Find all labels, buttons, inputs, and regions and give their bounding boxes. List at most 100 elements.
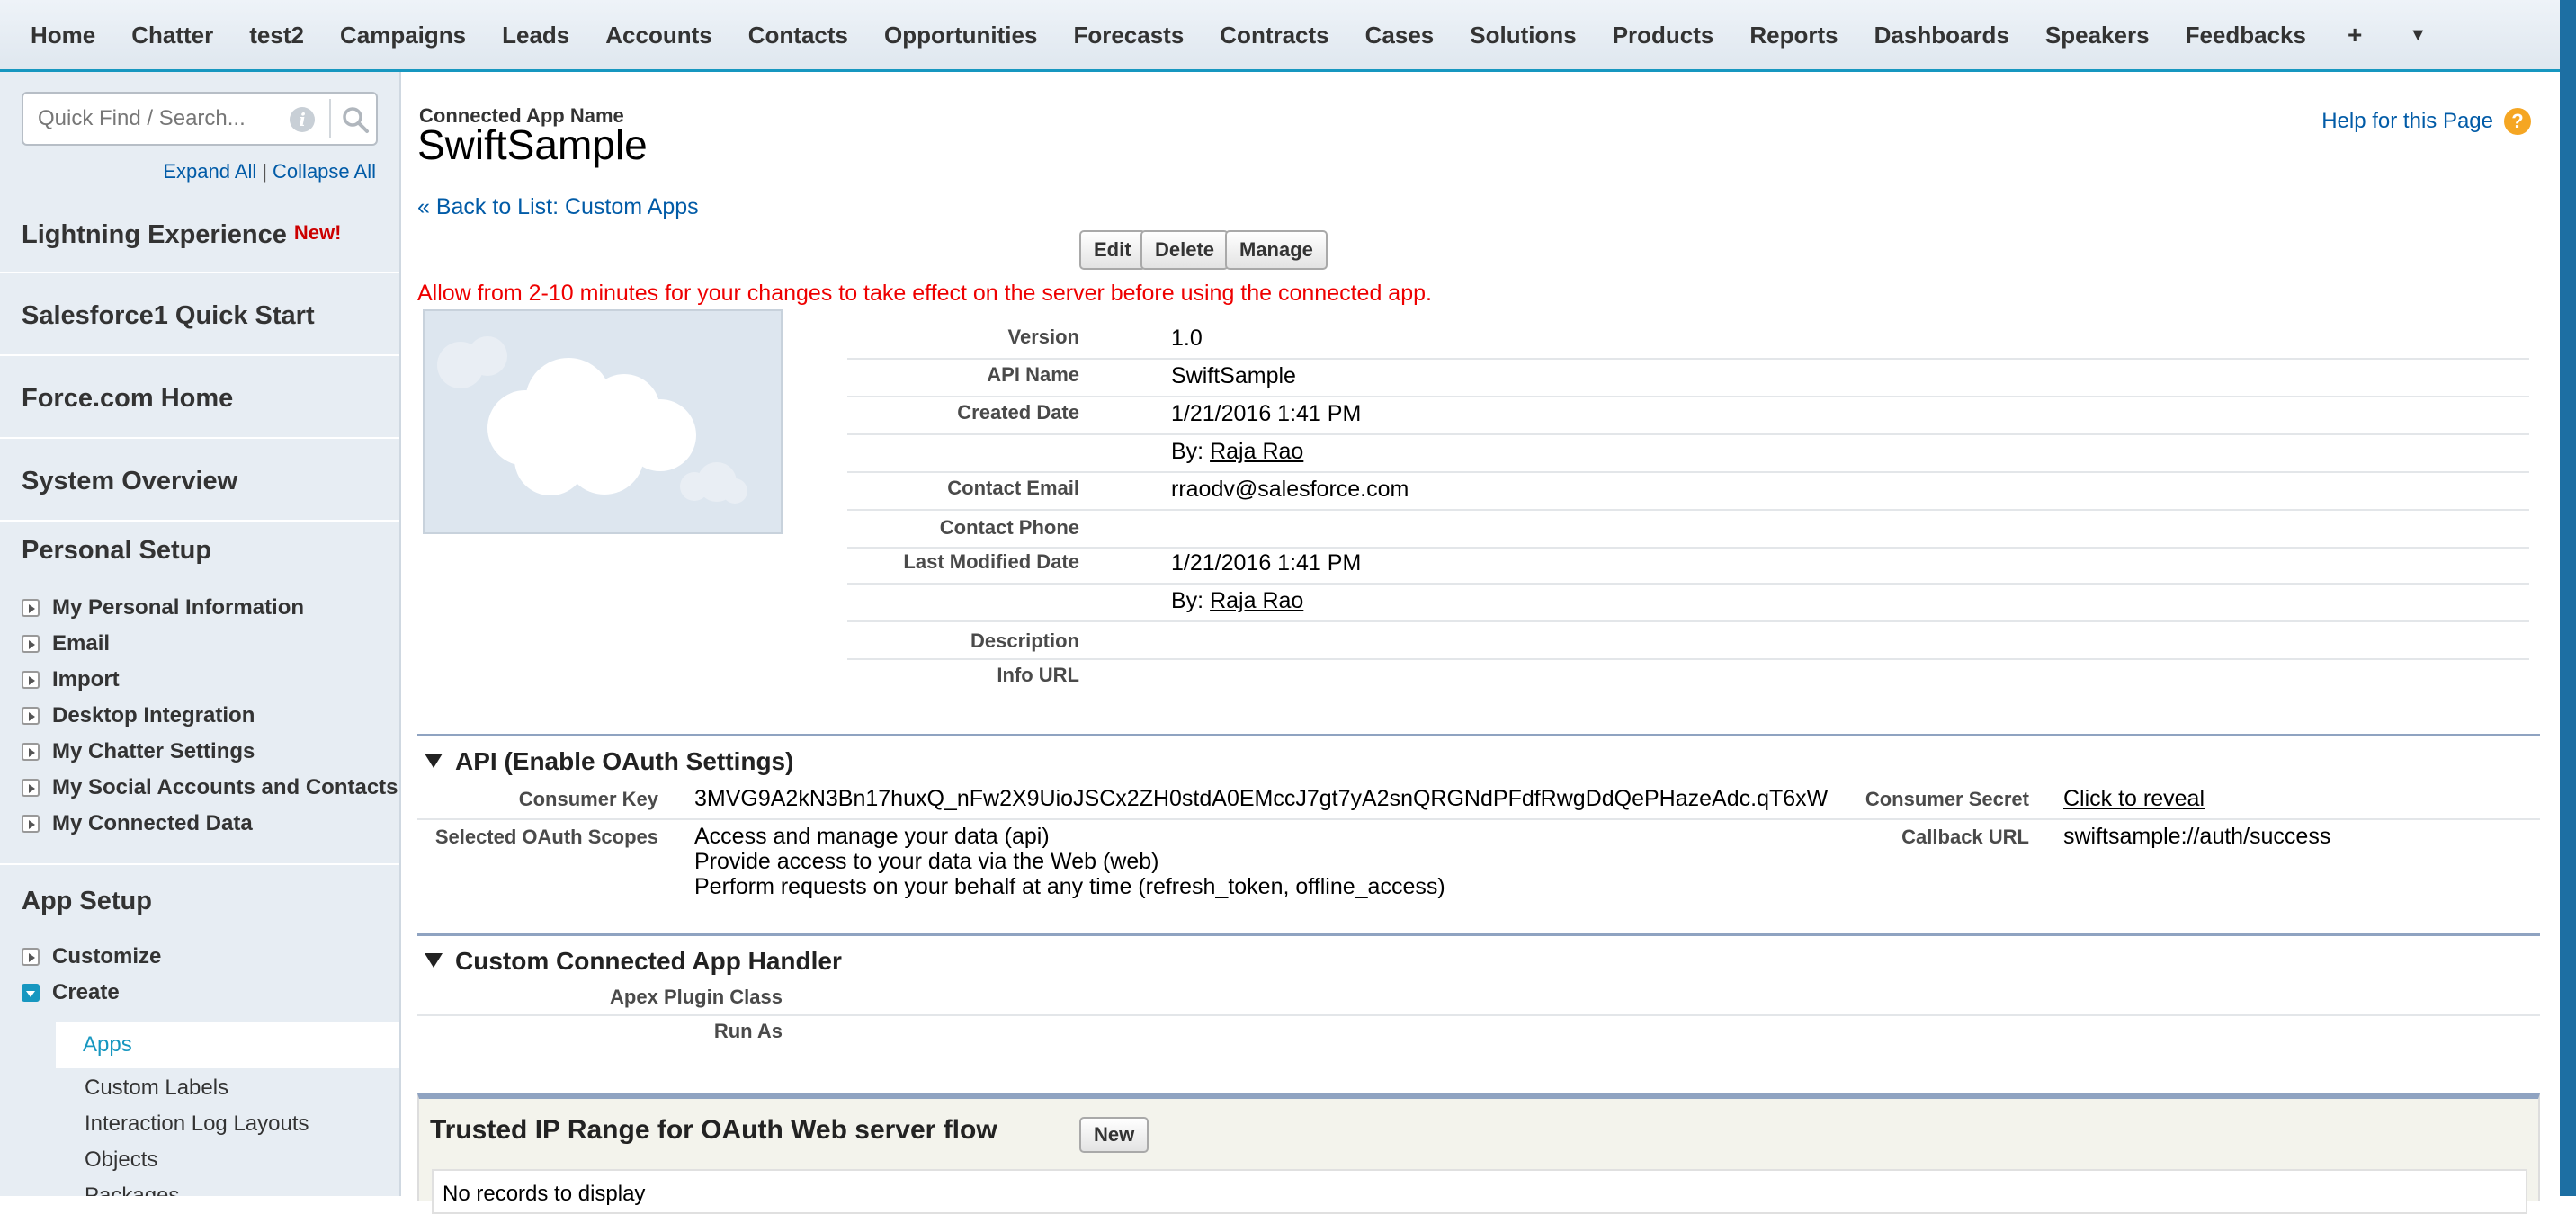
field-value: 1/21/2016 1:41 PM [1171, 401, 1362, 426]
sidebar-item-label: My Personal Information [52, 595, 305, 620]
manage-button[interactable]: Manage [1225, 230, 1328, 270]
row-divider [417, 818, 2540, 820]
tab-campaigns[interactable]: Campaigns [322, 0, 484, 71]
field-value: By: Raja Rao [1171, 588, 1303, 614]
sidebar-item-label: My Chatter Settings [52, 739, 255, 763]
oauth-scopes-label: Selected OAuth Scopes [434, 826, 658, 848]
created-by-user-link[interactable]: Raja Rao [1210, 439, 1303, 464]
detail-row-created-date: Created Date 1/21/2016 1:41 PM [847, 401, 2529, 435]
tab-feedbacks[interactable]: Feedbacks [2168, 0, 2324, 71]
detail-row-contact-email: Contact Email rraodv@salesforce.com [847, 477, 2529, 511]
new-badge: New! [293, 221, 342, 244]
sidebar-item-email[interactable]: Email [22, 631, 110, 656]
sidebar-item-packages[interactable]: Packages [85, 1183, 179, 1196]
sidebar-item-my-chatter-settings[interactable]: My Chatter Settings [22, 739, 255, 764]
tab-forecasts[interactable]: Forecasts [1055, 0, 1202, 71]
warning-message: Allow from 2-10 minutes for your changes… [417, 281, 1432, 306]
app-logo [423, 309, 783, 534]
sidebar-item-salesforce1-quick-start[interactable]: Salesforce1 Quick Start [0, 275, 399, 356]
expand-icon[interactable] [22, 635, 40, 653]
click-to-reveal-link[interactable]: Click to reveal [2063, 786, 2205, 812]
tab-speakers[interactable]: Speakers [2027, 0, 2168, 71]
delete-button[interactable]: Delete [1140, 230, 1230, 270]
expand-icon[interactable] [22, 707, 40, 725]
expand-icon[interactable] [22, 743, 40, 761]
field-label: Info URL [997, 664, 1079, 686]
sidebar-item-interaction-log-layouts[interactable]: Interaction Log Layouts [85, 1111, 309, 1137]
oauth-scope-item: Access and manage your data (api) [694, 824, 1050, 849]
sidebar-item-system-overview[interactable]: System Overview [0, 441, 399, 522]
tab-contracts[interactable]: Contracts [1202, 0, 1346, 71]
sidebar-item-custom-labels[interactable]: Custom Labels [85, 1076, 228, 1101]
sidebar-item-my-personal-information[interactable]: My Personal Information [22, 595, 304, 620]
quick-find-input[interactable] [36, 94, 297, 144]
collapse-triangle-icon[interactable] [425, 953, 443, 968]
expand-icon[interactable] [22, 779, 40, 797]
sidebar-item-label: My Social Accounts and Contacts [52, 775, 398, 799]
api-oauth-section-header[interactable]: API (Enable OAuth Settings) [417, 734, 2540, 777]
tab-solutions[interactable]: Solutions [1452, 0, 1594, 71]
field-label: Description [970, 629, 1079, 652]
edit-button[interactable]: Edit [1079, 230, 1146, 270]
sidebar-item-force-home[interactable]: Force.com Home [0, 358, 399, 439]
tab-dashboards[interactable]: Dashboards [1856, 0, 2027, 71]
expand-icon[interactable] [22, 948, 40, 966]
expand-icon[interactable] [22, 815, 40, 833]
sidebar-item-my-social-accounts[interactable]: My Social Accounts and Contacts [22, 775, 398, 800]
trusted-ip-related-list: Trusted IP Range for OAuth Web server fl… [417, 1093, 2540, 1214]
tab-reports[interactable]: Reports [1731, 0, 1856, 71]
plus-icon[interactable]: + [2324, 0, 2385, 71]
tab-opportunities[interactable]: Opportunities [866, 0, 1055, 71]
tab-cases[interactable]: Cases [1347, 0, 1453, 71]
tab-test2[interactable]: test2 [231, 0, 322, 71]
tab-accounts[interactable]: Accounts [587, 0, 729, 71]
field-label: Version [1007, 326, 1079, 348]
section-title: Custom Connected App Handler [455, 947, 842, 975]
tab-home[interactable]: Home [13, 0, 113, 71]
sidebar-item-import[interactable]: Import [22, 667, 120, 692]
tab-contacts[interactable]: Contacts [730, 0, 866, 71]
field-label: Created Date [957, 401, 1079, 424]
consumer-key-value: 3MVG9A2kN3Bn17huxQ_nFw2X9UioJSCx2ZH0stdA… [694, 786, 1829, 811]
consumer-secret-label: Consumer Secret [1865, 788, 2029, 810]
callback-url-label: Callback URL [1901, 826, 2029, 848]
callback-url-value: swiftsample://auth/success [2063, 824, 2331, 849]
expand-icon[interactable] [22, 671, 40, 689]
expand-collapse-links: Expand All | Collapse All [163, 160, 376, 183]
sidebar-item-customize[interactable]: Customize [22, 944, 161, 969]
no-records-message: No records to display [432, 1169, 2527, 1214]
custom-handler-section-header[interactable]: Custom Connected App Handler [417, 933, 2540, 977]
detail-row-contact-phone: Contact Phone [847, 516, 2529, 549]
tab-chatter[interactable]: Chatter [113, 0, 231, 71]
collapse-icon[interactable] [22, 984, 40, 1002]
new-ip-range-button[interactable]: New [1079, 1117, 1149, 1153]
modified-by-user-link[interactable]: Raja Rao [1210, 588, 1303, 613]
collapse-triangle-icon[interactable] [425, 754, 443, 768]
collapse-all-link[interactable]: Collapse All [273, 160, 376, 183]
sidebar-item-create[interactable]: Create [22, 980, 120, 1005]
help-link[interactable]: Help for this Page ? [2321, 108, 2531, 135]
search-icon[interactable] [340, 104, 371, 135]
sidebar-item-apps[interactable]: Apps [56, 1022, 399, 1068]
field-label: Last Modified Date [903, 550, 1079, 573]
sidebar-item-label: Desktop Integration [52, 703, 255, 728]
field-label: Contact Phone [939, 516, 1079, 539]
sidebar-item-label: My Connected Data [52, 811, 253, 835]
help-icon[interactable]: ? [2504, 108, 2531, 135]
field-value: By: Raja Rao [1171, 439, 1303, 465]
sidebar-item-objects[interactable]: Objects [85, 1147, 157, 1173]
expand-icon[interactable] [22, 599, 40, 617]
info-icon[interactable]: i [290, 107, 315, 132]
top-tab-bar: Home Chatter test2 Campaigns Leads Accou… [0, 0, 2576, 72]
sidebar-item-desktop-integration[interactable]: Desktop Integration [22, 703, 255, 728]
expand-all-link[interactable]: Expand All [163, 160, 256, 183]
app-setup-heading: App Setup [22, 887, 152, 915]
sidebar-item-lightning-experience[interactable]: Lightning Experience New! [0, 192, 399, 273]
sidebar-item-my-connected-data[interactable]: My Connected Data [22, 811, 253, 836]
search-divider [329, 99, 331, 138]
chevron-down-icon[interactable]: ▼ [2385, 0, 2450, 71]
tab-leads[interactable]: Leads [484, 0, 587, 71]
back-to-list-link[interactable]: « Back to List: Custom Apps [417, 194, 699, 220]
tab-products[interactable]: Products [1595, 0, 1732, 71]
setup-sidebar: i Expand All |Collapse All Lightning Expe… [0, 72, 401, 1196]
